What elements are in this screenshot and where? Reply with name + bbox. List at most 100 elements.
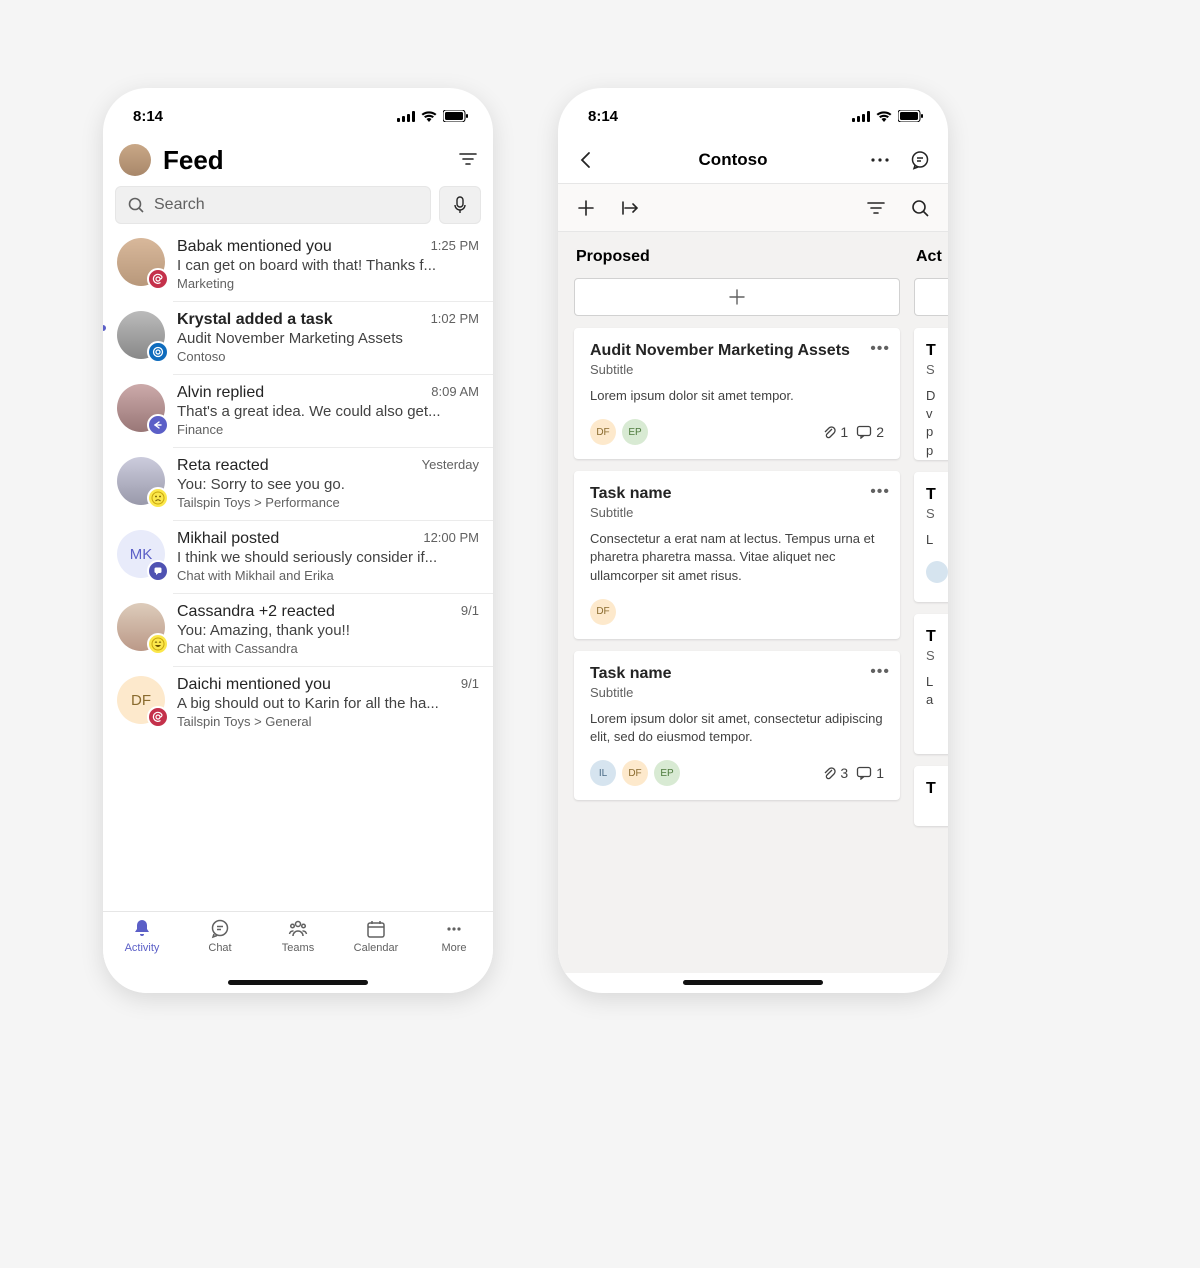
card-description: Consectetur a erat nam at lectus. Tempus…: [590, 530, 884, 585]
feed-item-time: 12:00 PM: [423, 530, 479, 548]
card-more-button[interactable]: •••: [870, 663, 890, 681]
assignee-chip[interactable]: DF: [622, 760, 648, 786]
board-card[interactable]: ••• Task name Subtitle Consectetur a era…: [574, 471, 900, 639]
column-title: Act: [910, 244, 948, 278]
plus-icon: [729, 289, 745, 305]
status-icons: [397, 110, 469, 122]
reply-badge-icon: [147, 414, 169, 436]
assignee-chip[interactable]: DF: [590, 599, 616, 625]
feed-avatar: [117, 311, 165, 359]
feed-item[interactable]: Cassandra +2 reacted9/1 You: Amazing, th…: [103, 593, 493, 666]
feed-item-time: 9/1: [461, 603, 479, 621]
card-subtitle: Subtitle: [590, 685, 884, 700]
profile-avatar[interactable]: [119, 144, 151, 176]
feed-item-snippet: Audit November Marketing Assets: [177, 330, 479, 347]
tab-more[interactable]: More: [418, 918, 490, 993]
feed-item-title: Daichi mentioned you: [177, 676, 331, 694]
card-subtitle: S: [926, 506, 948, 521]
search-input[interactable]: Search: [115, 186, 431, 224]
feed-item-snippet: I think we should seriously consider if.…: [177, 549, 479, 566]
feed-item[interactable]: Alvin replied8:09 AM That's a great idea…: [103, 374, 493, 447]
tab-activity[interactable]: Activity: [106, 918, 178, 993]
filter-button[interactable]: [862, 194, 890, 222]
feed-avatar: [117, 457, 165, 505]
feed-avatar: [117, 384, 165, 432]
card-subtitle: S: [926, 648, 948, 663]
card-more-button[interactable]: •••: [870, 340, 890, 358]
search-icon: [128, 197, 144, 213]
paperclip-icon: [822, 425, 836, 439]
card-title: Task name: [590, 485, 864, 503]
board-card[interactable]: ••• Audit November Marketing Assets Subt…: [574, 328, 900, 459]
chat-button[interactable]: [906, 146, 934, 174]
teams-icon: [287, 918, 309, 940]
chat-icon: [209, 918, 231, 940]
feed-item[interactable]: MK Mikhail posted12:00 PM I think we sho…: [103, 520, 493, 593]
filter-button[interactable]: [459, 150, 477, 171]
search-placeholder: Search: [154, 196, 205, 214]
comment-count[interactable]: 2: [856, 424, 884, 440]
mention-badge-icon: [147, 268, 169, 290]
add-button[interactable]: [572, 194, 600, 222]
assignee-chips: IL DF EP: [590, 760, 680, 786]
feed-item-location: Chat with Cassandra: [177, 641, 479, 656]
board-card[interactable]: ••• Task name Subtitle Lorem ipsum dolor…: [574, 651, 900, 800]
feed-item-location: Tailspin Toys > General: [177, 714, 479, 729]
overflow-button[interactable]: [866, 146, 894, 174]
filter-icon: [867, 201, 885, 215]
feed-item[interactable]: DF Daichi mentioned you9/1 A big should …: [103, 666, 493, 739]
assignee-chip[interactable]: EP: [622, 419, 648, 445]
assignee-chip[interactable]: IL: [590, 760, 616, 786]
wifi-icon: [876, 110, 892, 122]
feed-avatar: [117, 603, 165, 651]
search-icon: [911, 199, 929, 217]
card-subtitle: S: [926, 362, 948, 377]
mention-badge-icon: [147, 706, 169, 728]
assignee-chip[interactable]: DF: [590, 419, 616, 445]
board-card[interactable]: T S L: [914, 472, 948, 602]
feed-item-title: Reta reacted: [177, 457, 269, 475]
feed-avatar: [117, 238, 165, 286]
sad-reaction-badge-icon: [147, 487, 169, 509]
board-column-active-peek[interactable]: Act T S Dvpp T S L T S La: [910, 232, 948, 973]
status-time: 8:14: [133, 108, 163, 125]
home-indicator: [683, 980, 823, 985]
board-card[interactable]: T: [914, 766, 948, 826]
card-stats: 1 2: [822, 424, 884, 440]
attachment-count[interactable]: 3: [822, 765, 848, 781]
feed-item[interactable]: Reta reactedYesterday You: Sorry to see …: [103, 447, 493, 520]
microphone-icon: [453, 196, 467, 214]
board-card[interactable]: T S La: [914, 614, 948, 754]
add-card-button[interactable]: [914, 278, 948, 316]
assignee-chips: DF EP: [590, 419, 648, 445]
battery-icon: [898, 110, 924, 122]
feed-item-time: 9/1: [461, 676, 479, 694]
feed-item[interactable]: Babak mentioned you1:25 PM I can get on …: [103, 228, 493, 301]
feed-item-time: Yesterday: [422, 457, 479, 475]
post-badge-icon: [147, 560, 169, 582]
board-toolbar: [558, 184, 948, 232]
feed-item-time: 1:25 PM: [431, 238, 479, 256]
card-more-button[interactable]: •••: [870, 483, 890, 501]
back-button[interactable]: [572, 146, 600, 174]
attachment-count[interactable]: 1: [822, 424, 848, 440]
search-button[interactable]: [906, 194, 934, 222]
comment-count[interactable]: 1: [856, 765, 884, 781]
feed-item[interactable]: Krystal added a task1:02 PM Audit Novemb…: [103, 301, 493, 374]
feed-item-location: Tailspin Toys > Performance: [177, 495, 479, 510]
comment-icon: [856, 766, 872, 780]
board-card[interactable]: T S Dvpp: [914, 328, 948, 460]
cellular-icon: [852, 111, 870, 122]
feed-item-time: 8:09 AM: [431, 384, 479, 402]
card-title: T: [926, 486, 948, 504]
board-column-proposed: Proposed ••• Audit November Marketing As…: [570, 232, 910, 973]
assignee-chip[interactable]: EP: [654, 760, 680, 786]
board-body[interactable]: Proposed ••• Audit November Marketing As…: [558, 232, 948, 973]
feed-item-body: Cassandra +2 reacted9/1 You: Amazing, th…: [177, 603, 479, 656]
tab-label: Calendar: [354, 942, 399, 954]
expand-button[interactable]: [616, 194, 644, 222]
add-card-button[interactable]: [574, 278, 900, 316]
task-badge-icon: [147, 341, 169, 363]
voice-search-button[interactable]: [439, 186, 481, 224]
feed-list[interactable]: Babak mentioned you1:25 PM I can get on …: [103, 228, 493, 948]
